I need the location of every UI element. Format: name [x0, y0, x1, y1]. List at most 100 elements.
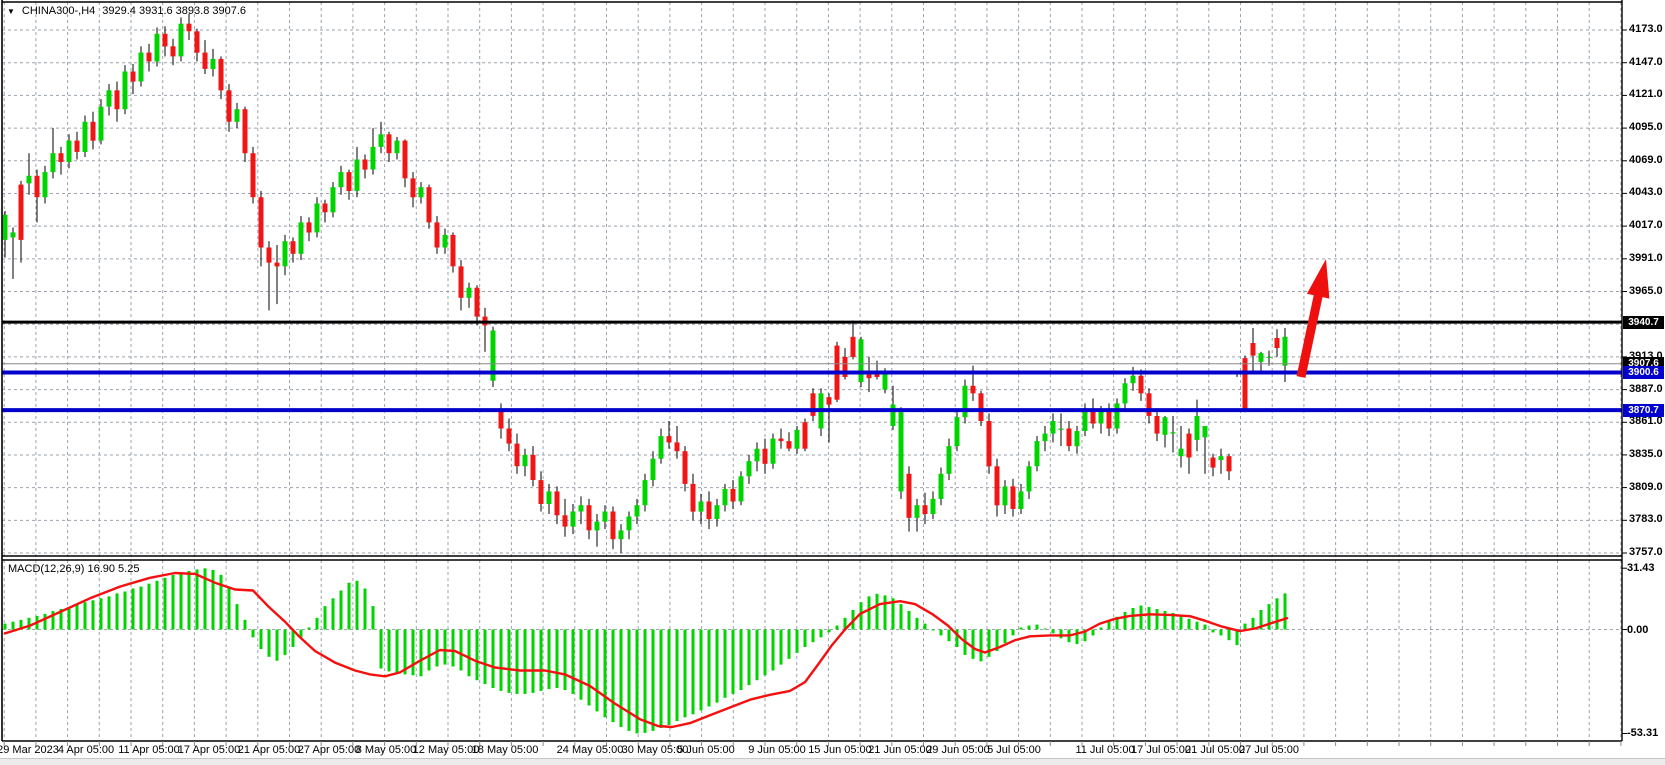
macd-bar [132, 589, 135, 630]
price-badge: 3900.6 [1623, 366, 1664, 379]
macd-bar [164, 578, 167, 630]
macd-bar [500, 630, 503, 691]
date-axis-label: 29 Jun 05:00 [926, 744, 990, 756]
macd-bar [116, 593, 119, 629]
macd-bar [668, 630, 671, 726]
macd-bar [988, 630, 991, 657]
macd-bar [788, 630, 791, 659]
macd-bar [436, 630, 439, 667]
macd-bar [748, 630, 751, 686]
macd-bar [124, 592, 127, 630]
macd-bar [308, 628, 311, 630]
price-axis-label: 3887.0 [1629, 383, 1663, 395]
macd-bar [340, 591, 343, 630]
price-axis-label: 4173.0 [1629, 23, 1663, 35]
macd-bar [276, 630, 279, 661]
macd-axis-label: 0.00 [1627, 624, 1648, 636]
date-axis-label: 11 Apr 05:00 [118, 744, 180, 756]
candle-body [851, 337, 856, 357]
macd-bar [588, 630, 591, 706]
candle-body [947, 446, 952, 474]
macd-bar [716, 630, 719, 703]
candle-body [1107, 411, 1112, 429]
date-axis-label: 18 May 05:00 [472, 744, 539, 756]
candle-body [891, 405, 896, 426]
macd-bar [868, 596, 871, 629]
price-axis-label: 3757.0 [1629, 546, 1663, 558]
candle-body [315, 204, 320, 233]
macd-bar [1204, 625, 1207, 630]
candle-body [611, 512, 616, 540]
candle-body [195, 31, 200, 52]
macd-bar [460, 630, 463, 671]
date-axis-label: 11 Jul 05:00 [1075, 744, 1134, 756]
macd-bar [140, 587, 143, 630]
candle-body [451, 235, 456, 266]
date-axis-label: 17 Jul 05:00 [1131, 744, 1191, 756]
macd-bar [388, 630, 391, 672]
macd-bar [316, 618, 319, 630]
date-axis-label: 15 Jun 05:00 [808, 744, 872, 756]
macd-bar [468, 630, 471, 677]
candle-body [1051, 421, 1056, 434]
candle-body [1259, 353, 1264, 362]
candle-body [971, 386, 976, 394]
macd-bar [1268, 604, 1271, 629]
macd-bar [1140, 606, 1143, 630]
macd-bar [692, 630, 695, 715]
chart-canvas[interactable] [0, 0, 1665, 765]
symbol-dropdown-icon[interactable]: ▼ [7, 7, 15, 16]
candle-body [1003, 486, 1008, 505]
date-axis-label: 24 May 05:00 [557, 744, 624, 756]
date-axis-label: 17 Apr 05:00 [178, 744, 240, 756]
candle-body [371, 147, 376, 170]
candle-body [1243, 358, 1248, 408]
macd-bar [44, 614, 47, 630]
candle-body [363, 160, 368, 170]
candle-body [187, 24, 192, 32]
macd-bar [188, 571, 191, 630]
macd-bar [12, 622, 15, 630]
price-axis-label: 4095.0 [1629, 121, 1663, 133]
candle-body [1131, 376, 1136, 384]
macd-bar [884, 595, 887, 629]
candle-body [595, 522, 600, 531]
macd-bar [1244, 624, 1247, 630]
macd-bar [628, 630, 631, 731]
macd-bar [172, 575, 175, 630]
candle-body [507, 429, 512, 444]
candle-body [771, 439, 776, 464]
candle-body [435, 222, 440, 247]
macd-bar [252, 630, 255, 638]
candle-body [683, 451, 688, 484]
candle-body [723, 489, 728, 505]
candle-body [587, 505, 592, 530]
candle-body [139, 53, 144, 82]
macd-bar [916, 618, 919, 630]
macd-bar [508, 630, 511, 693]
macd-bar [1180, 616, 1183, 630]
macd-bar [532, 630, 535, 693]
ohlc-readout: 3929.4 3931.6 3893.8 3907.6 [102, 5, 246, 17]
price-badge: 3940.7 [1623, 316, 1664, 329]
candle-body [67, 141, 72, 162]
macd-bar [196, 569, 199, 629]
macd-bar [828, 630, 831, 633]
candle-body [563, 515, 568, 526]
macd-bar [1276, 598, 1279, 629]
candle-body [899, 412, 904, 491]
candle-body [691, 484, 696, 512]
candle-body [1195, 416, 1200, 440]
candle-body [643, 480, 648, 505]
macd-bar [804, 630, 807, 648]
price-axis-label: 4069.0 [1629, 154, 1663, 166]
macd-bar [1212, 630, 1215, 633]
macd-bar [332, 598, 335, 629]
macd-bar [356, 581, 359, 630]
candle-body [75, 141, 80, 152]
macd-bar [1284, 593, 1287, 629]
candle-body [235, 109, 240, 122]
date-axis-label: 29 Mar 2023 [0, 744, 59, 756]
candle-body [443, 235, 448, 248]
candle-body [347, 172, 352, 191]
